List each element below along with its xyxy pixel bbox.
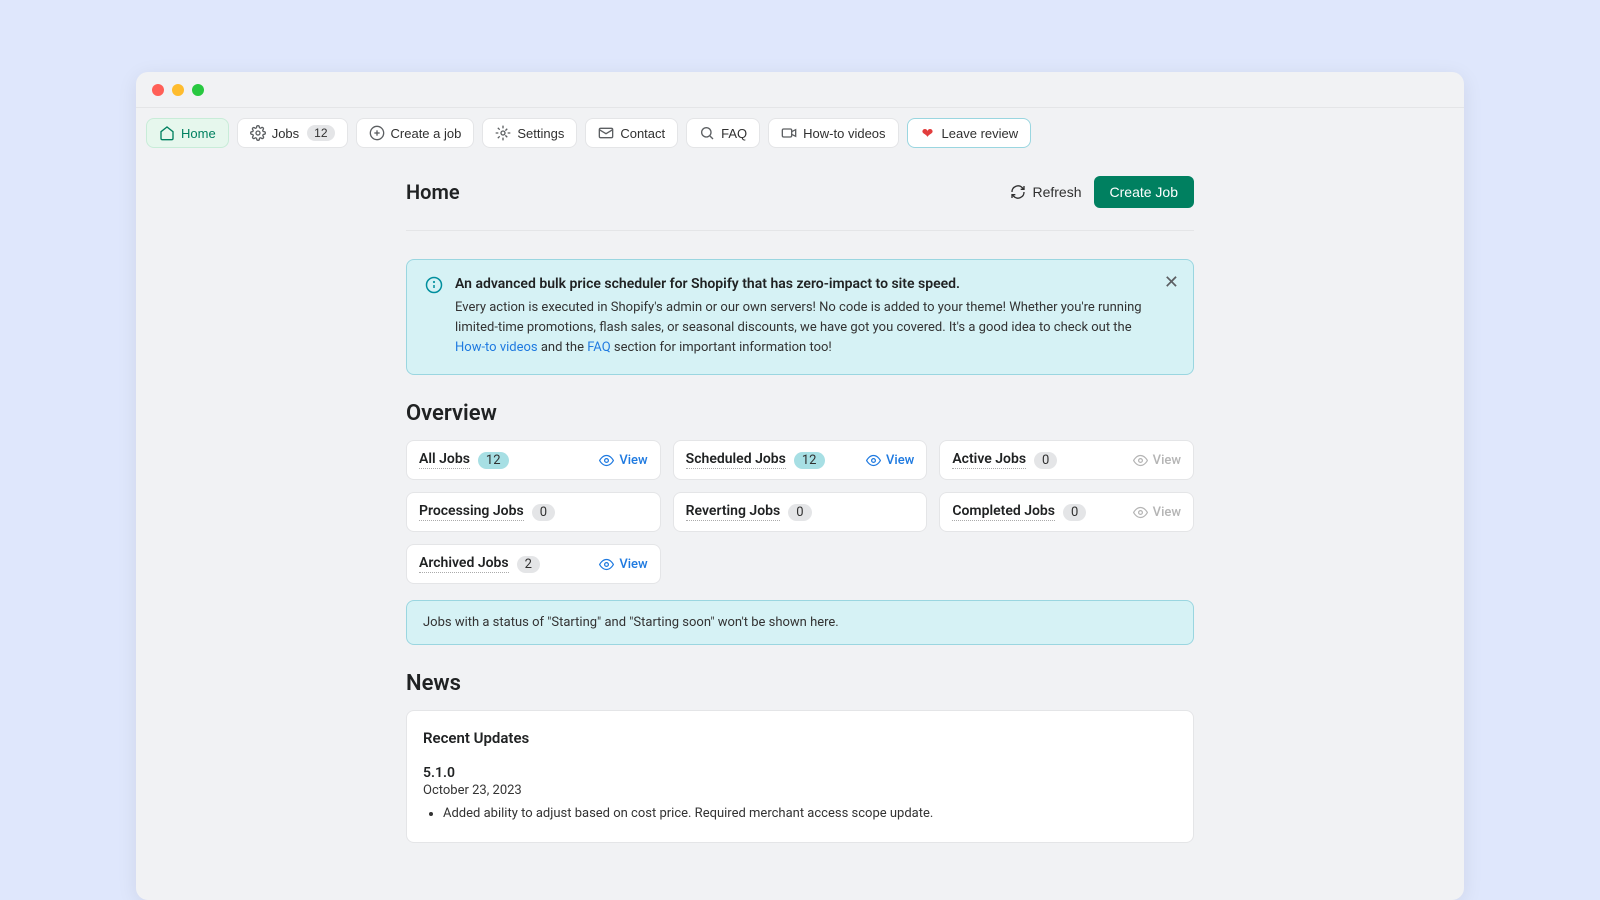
card-label: Scheduled Jobs [686, 451, 786, 469]
nav-jobs-count: 12 [307, 125, 334, 141]
info-icon [425, 276, 443, 294]
card-label: Active Jobs [952, 451, 1026, 469]
search-icon [699, 125, 715, 141]
gear-icon [250, 125, 266, 141]
nav-contact[interactable]: Contact [585, 118, 678, 148]
nav-home-label: Home [181, 126, 216, 141]
overview-grid: All Jobs 12 View Scheduled Jobs 12 View … [406, 440, 1194, 584]
page-actions: Refresh Create Job [1010, 176, 1194, 208]
home-icon [159, 125, 175, 141]
overview-card: Completed Jobs 0 View [939, 492, 1194, 532]
nav-home[interactable]: Home [146, 118, 229, 148]
nav-howto-label: How-to videos [803, 126, 885, 141]
overview-card: Reverting Jobs 0 [673, 492, 928, 532]
card-label: Completed Jobs [952, 503, 1055, 521]
traffic-lights [152, 84, 204, 96]
overview-title: Overview [406, 401, 1194, 426]
info-banner: ✕ An advanced bulk price scheduler for S… [406, 259, 1194, 375]
settings-icon [495, 125, 511, 141]
card-count-badge: 12 [478, 452, 509, 469]
plus-circle-icon [369, 125, 385, 141]
titlebar [136, 72, 1464, 108]
nav-howto[interactable]: How-to videos [768, 118, 898, 148]
page-header: Home Refresh Create Job [406, 176, 1194, 231]
updates-title: Recent Updates [423, 729, 1177, 747]
nav-faq-label: FAQ [721, 126, 747, 141]
refresh-icon [1010, 184, 1026, 200]
close-banner-icon[interactable]: ✕ [1164, 274, 1179, 292]
view-link[interactable]: View [1133, 505, 1181, 520]
refresh-button[interactable]: Refresh [1010, 184, 1081, 200]
nav-review-label: Leave review [942, 126, 1019, 141]
card-label: Archived Jobs [419, 555, 509, 573]
card-label: Reverting Jobs [686, 503, 781, 521]
minimize-window-icon[interactable] [172, 84, 184, 96]
view-link[interactable]: View [1133, 453, 1181, 468]
news-title: News [406, 671, 1194, 696]
news-card: Recent Updates 5.1.0 October 23, 2023 Ad… [406, 710, 1194, 843]
card-count-badge: 0 [1034, 452, 1057, 469]
card-count-badge: 2 [517, 556, 540, 573]
card-label: Processing Jobs [419, 503, 524, 521]
news-version: 5.1.0 [423, 765, 1177, 781]
news-item: Added ability to adjust based on cost pr… [443, 804, 1177, 824]
view-link[interactable]: View [599, 453, 647, 468]
card-label: All Jobs [419, 451, 470, 469]
nav-settings-label: Settings [517, 126, 564, 141]
view-link[interactable]: View [866, 453, 914, 468]
nav-contact-label: Contact [620, 126, 665, 141]
nav-jobs[interactable]: Jobs 12 [237, 118, 348, 148]
maximize-window-icon[interactable] [192, 84, 204, 96]
card-count-badge: 0 [1063, 504, 1086, 521]
overview-card: Processing Jobs 0 [406, 492, 661, 532]
banner-desc: Every action is executed in Shopify's ad… [455, 298, 1149, 358]
banner-link-faq[interactable]: FAQ [587, 340, 610, 355]
overview-card: Active Jobs 0 View [939, 440, 1194, 480]
news-list: Added ability to adjust based on cost pr… [423, 804, 1177, 824]
nav-settings[interactable]: Settings [482, 118, 577, 148]
note-banner: Jobs with a status of "Starting" and "St… [406, 600, 1194, 645]
mail-icon [598, 125, 614, 141]
nav-jobs-label: Jobs [272, 126, 299, 141]
nav-faq[interactable]: FAQ [686, 118, 760, 148]
refresh-label: Refresh [1032, 184, 1081, 200]
card-count-badge: 0 [788, 504, 811, 521]
banner-link-howto[interactable]: How-to videos [455, 340, 538, 355]
navbar: Home Jobs 12 Create a job Settings Conta… [136, 108, 1464, 158]
close-window-icon[interactable] [152, 84, 164, 96]
nav-review[interactable]: ❤ Leave review [907, 118, 1032, 148]
overview-card: Archived Jobs 2 View [406, 544, 661, 584]
create-job-button[interactable]: Create Job [1094, 176, 1194, 208]
banner-title: An advanced bulk price scheduler for Sho… [455, 276, 1149, 292]
overview-card: Scheduled Jobs 12 View [673, 440, 928, 480]
video-icon [781, 125, 797, 141]
news-date: October 23, 2023 [423, 783, 1177, 798]
nav-create-job[interactable]: Create a job [356, 118, 475, 148]
view-link[interactable]: View [599, 557, 647, 572]
page-title: Home [406, 180, 460, 204]
heart-icon: ❤ [920, 125, 936, 141]
card-count-badge: 0 [532, 504, 555, 521]
app-window: Home Jobs 12 Create a job Settings Conta… [136, 72, 1464, 900]
nav-create-label: Create a job [391, 126, 462, 141]
overview-card: All Jobs 12 View [406, 440, 661, 480]
card-count-badge: 12 [794, 452, 825, 469]
content-area: Home Refresh Create Job ✕ An advanced bu… [136, 158, 1464, 900]
